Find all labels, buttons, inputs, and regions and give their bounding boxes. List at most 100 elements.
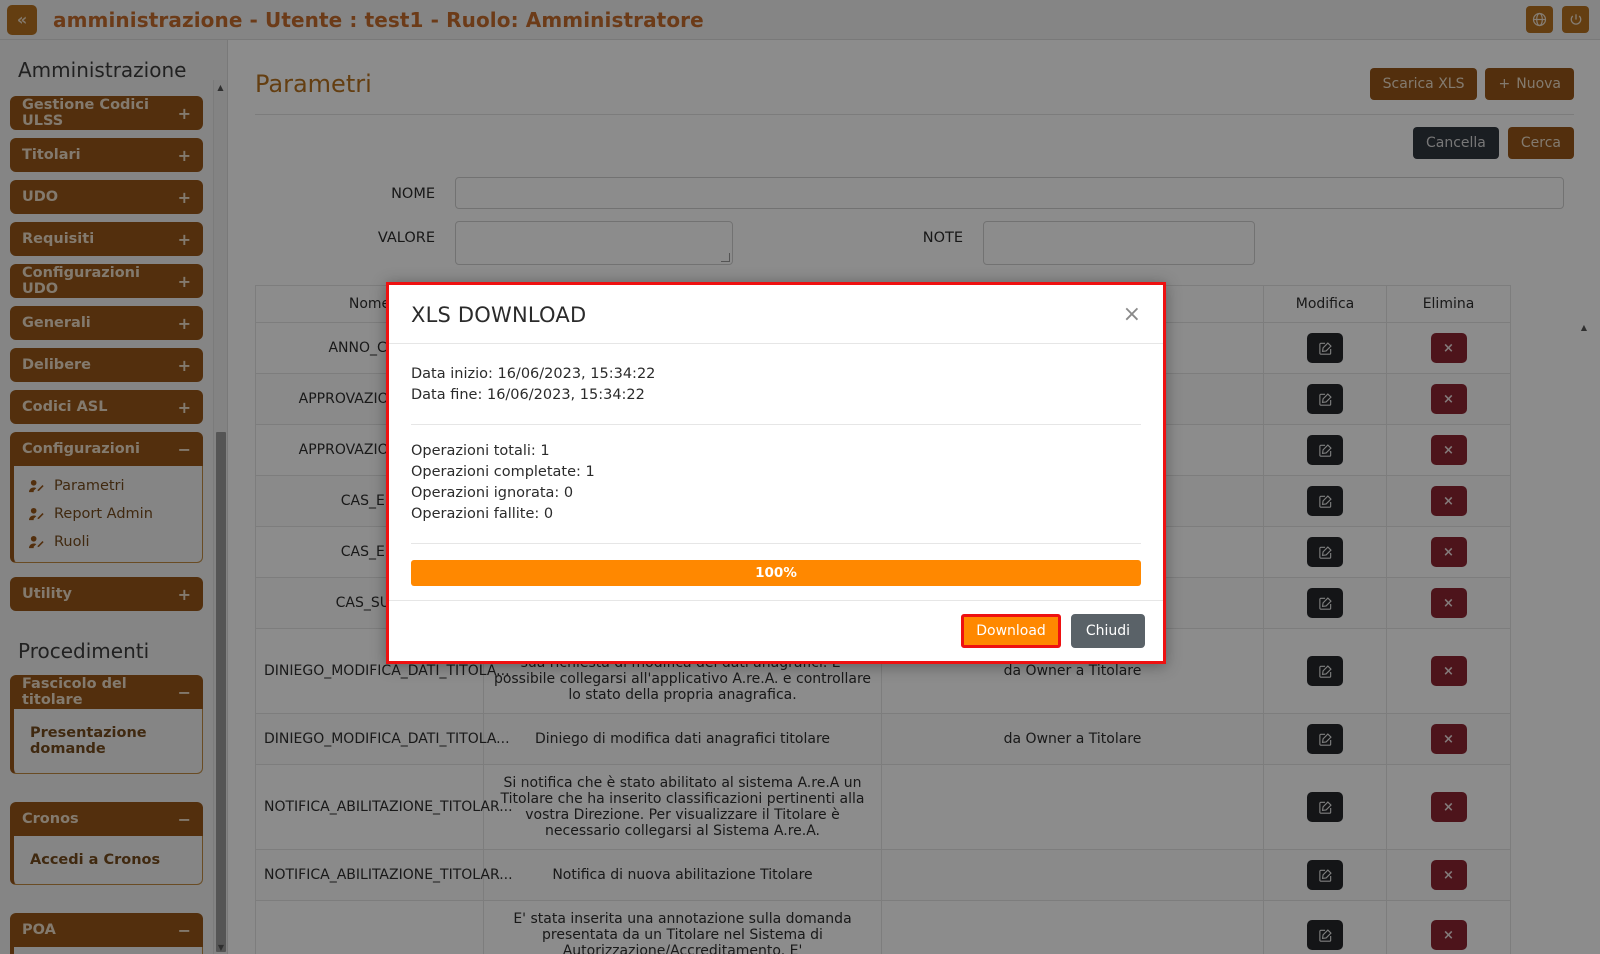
delete-row-button[interactable]: × xyxy=(1431,537,1467,567)
delete-row-button[interactable]: × xyxy=(1431,435,1467,465)
sidebar-item-report-admin[interactable]: Report Admin xyxy=(14,500,202,528)
power-icon[interactable] xyxy=(1562,6,1589,33)
chiudi-button[interactable]: Chiudi xyxy=(1071,614,1145,648)
cell-nome xyxy=(256,901,484,954)
sidebar-item-configurazioni-udo[interactable]: Configurazioni UDO + xyxy=(10,264,203,298)
sidebar-item-udo[interactable]: UDO + xyxy=(10,180,203,214)
globe-icon[interactable] xyxy=(1526,6,1553,33)
sidebar-group-gestione-codici-ulss[interactable]: Gestione Codici ULSS + xyxy=(10,96,203,130)
sidebar-group-generali[interactable]: Generali + xyxy=(10,306,203,340)
sidebar-item-presentazione-domande[interactable]: Presentazione domande xyxy=(14,715,202,767)
cancella-button[interactable]: Cancella xyxy=(1413,127,1499,159)
cell-elimina: × xyxy=(1387,629,1511,714)
sidebar-item-accedi-a-cronos[interactable]: Accedi a Cronos xyxy=(14,842,202,878)
cell-modifica xyxy=(1264,476,1387,527)
sidebar-item-fascicolo-del-titolare[interactable]: Fascicolo del titolare − xyxy=(10,675,203,709)
cell-note xyxy=(882,901,1264,954)
scarica-xls-button[interactable]: Scarica XLS xyxy=(1370,68,1478,100)
scroll-up-arrow-icon[interactable]: ▲ xyxy=(214,80,227,94)
nome-input[interactable] xyxy=(455,177,1564,209)
sidebar-subitem-label: Report Admin xyxy=(54,506,153,522)
edit-row-button[interactable] xyxy=(1307,333,1343,363)
collapse-minus-icon: − xyxy=(178,921,191,940)
delete-row-button[interactable]: × xyxy=(1431,656,1467,686)
cell-modifica xyxy=(1264,578,1387,629)
sidebar-group-configurazioni-udo[interactable]: Configurazioni UDO + xyxy=(10,264,203,298)
sidebar-scrollbar-thumb[interactable] xyxy=(216,432,226,952)
table-scroll-up-arrow-icon[interactable]: ▲ xyxy=(1578,323,1590,332)
note-textarea[interactable] xyxy=(983,221,1255,265)
cell-elimina: × xyxy=(1387,765,1511,850)
sidebar-item-generali[interactable]: Generali + xyxy=(10,306,203,340)
close-icon[interactable]: × xyxy=(1123,304,1141,326)
download-button[interactable]: Download xyxy=(961,614,1061,648)
sidebar-item-poa[interactable]: POA − xyxy=(10,913,203,947)
cell-modifica xyxy=(1264,374,1387,425)
nuova-button[interactable]: + Nuova xyxy=(1485,68,1574,100)
cell-nome: NOTIFICA_ABILITAZIONE_TITOLAR... xyxy=(256,850,484,901)
sidebar-scrollbar[interactable]: ▲ ▼ xyxy=(213,80,227,954)
edit-row-button[interactable] xyxy=(1307,656,1343,686)
collapse-minus-icon: − xyxy=(178,810,191,829)
valore-textarea[interactable] xyxy=(455,221,733,265)
edit-row-button[interactable] xyxy=(1307,588,1343,618)
edit-row-button[interactable] xyxy=(1307,860,1343,890)
scroll-down-arrow-icon[interactable]: ▼ xyxy=(214,940,228,954)
sidebar-item-cronos[interactable]: Cronos − xyxy=(10,802,203,836)
sidebar-item-utility[interactable]: Utility + xyxy=(10,577,203,611)
delete-row-button[interactable]: × xyxy=(1431,384,1467,414)
sidebar-group-titolari[interactable]: Titolari + xyxy=(10,138,203,172)
cell-note: da Owner a Titolare xyxy=(882,714,1264,765)
user-edit-icon xyxy=(28,507,45,522)
sidebar-group-cronos[interactable]: Cronos − Accedi a Cronos xyxy=(10,802,203,885)
delete-row-button[interactable]: × xyxy=(1431,588,1467,618)
edit-row-button[interactable] xyxy=(1307,435,1343,465)
cerca-button[interactable]: Cerca xyxy=(1508,127,1574,159)
edit-row-button[interactable] xyxy=(1307,724,1343,754)
sidebar-group-requisiti[interactable]: Requisiti + xyxy=(10,222,203,256)
sidebar-item-delibere[interactable]: Delibere + xyxy=(10,348,203,382)
sidebar-submenu-fascicolo: Presentazione domande xyxy=(10,709,203,774)
edit-row-button[interactable] xyxy=(1307,486,1343,516)
app-title: amministrazione - Utente : test1 - Ruolo… xyxy=(53,8,704,32)
sidebar-collapse-icon[interactable]: « xyxy=(7,5,37,35)
operazioni-completate-text: Operazioni completate: 1 xyxy=(411,462,1141,483)
edit-row-button[interactable] xyxy=(1307,384,1343,414)
cell-elimina: × xyxy=(1387,527,1511,578)
table-scrollbar[interactable]: ▲ xyxy=(1578,323,1590,923)
sidebar-submenu-poa xyxy=(10,947,203,954)
collapse-minus-icon: − xyxy=(178,440,191,459)
sidebar-item-parametri[interactable]: Parametri xyxy=(14,472,202,500)
delete-row-button[interactable]: × xyxy=(1431,333,1467,363)
cell-valore: Diniego di modifica dati anagrafici tito… xyxy=(484,714,882,765)
delete-row-button[interactable]: × xyxy=(1431,920,1467,950)
sidebar-item-configurazioni[interactable]: Configurazioni − xyxy=(10,432,203,466)
sidebar-group-utility[interactable]: Utility + xyxy=(10,577,203,611)
delete-row-button[interactable]: × xyxy=(1431,792,1467,822)
sidebar-item-ruoli[interactable]: Ruoli xyxy=(14,528,202,556)
cell-note xyxy=(882,850,1264,901)
sidebar-group-udo[interactable]: UDO + xyxy=(10,180,203,214)
delete-row-button[interactable]: × xyxy=(1431,486,1467,516)
edit-row-button[interactable] xyxy=(1307,792,1343,822)
sidebar-group-codici-asl[interactable]: Codici ASL + xyxy=(10,390,203,424)
expand-plus-icon: + xyxy=(178,356,191,375)
sidebar-group-fascicolo-del-titolare[interactable]: Fascicolo del titolare − Presentazione d… xyxy=(10,675,203,774)
sidebar-item-titolari[interactable]: Titolari + xyxy=(10,138,203,172)
sidebar-item-requisiti[interactable]: Requisiti + xyxy=(10,222,203,256)
sidebar-group-poa[interactable]: POA − xyxy=(10,913,203,954)
edit-row-button[interactable] xyxy=(1307,920,1343,950)
sidebar-item-label: Fascicolo del titolare xyxy=(22,676,178,708)
sidebar-item-codici-asl[interactable]: Codici ASL + xyxy=(10,390,203,424)
cell-modifica xyxy=(1264,850,1387,901)
cell-modifica xyxy=(1264,629,1387,714)
delete-row-button[interactable]: × xyxy=(1431,860,1467,890)
sidebar-subitem-label: Ruoli xyxy=(54,534,90,550)
sidebar-group-configurazioni[interactable]: Configurazioni − Parametri Report xyxy=(10,432,203,563)
delete-row-button[interactable]: × xyxy=(1431,724,1467,754)
cell-modifica xyxy=(1264,323,1387,374)
sidebar-item-gestione-codici-ulss[interactable]: Gestione Codici ULSS + xyxy=(10,96,203,130)
sidebar-group-delibere[interactable]: Delibere + xyxy=(10,348,203,382)
edit-row-button[interactable] xyxy=(1307,537,1343,567)
expand-plus-icon: + xyxy=(178,146,191,165)
